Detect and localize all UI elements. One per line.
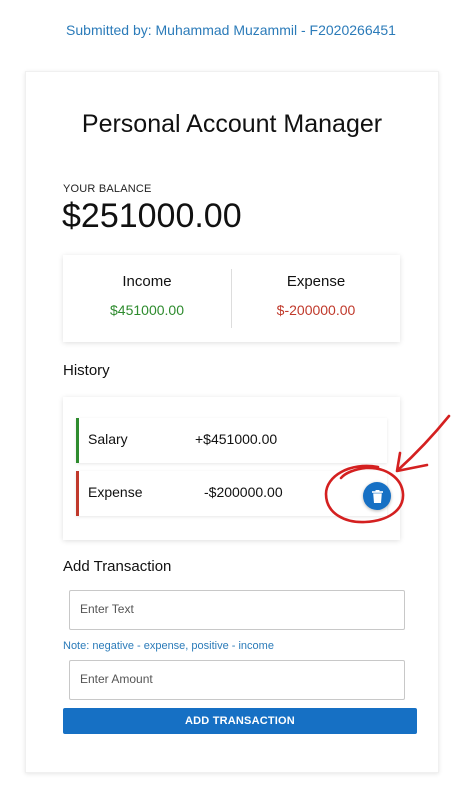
transaction-name: Expense: [88, 484, 143, 500]
amount-input-placeholder: Enter Amount: [80, 672, 153, 686]
list-item: Expense -$200000.00: [76, 471, 391, 516]
add-transaction-heading: Add Transaction: [63, 558, 172, 575]
expense-value: $-200000.00: [276, 302, 356, 318]
amount-note: Note: negative - expense, positive - inc…: [63, 640, 274, 652]
list-item: Salary +$451000.00: [76, 418, 387, 463]
add-transaction-button[interactable]: ADD TRANSACTION: [63, 708, 417, 734]
expense-label: Expense: [286, 273, 346, 290]
transaction-name: Salary: [88, 431, 128, 447]
income-panel: Income $451000.00: [63, 255, 231, 342]
delete-transaction-button[interactable]: [363, 482, 391, 510]
submitted-by-text: Submitted by: Muhammad Muzammil - F20202…: [66, 22, 396, 38]
transaction-amount: -$200000.00: [204, 484, 283, 500]
account-card: Personal Account Manager YOUR BALANCE $2…: [25, 71, 439, 773]
text-input[interactable]: Enter Text: [69, 590, 405, 630]
history-list: Salary +$451000.00 Expense -$200000.00: [63, 397, 400, 540]
transaction-amount: +$451000.00: [195, 431, 278, 447]
balance-amount: $251000.00: [62, 197, 242, 235]
text-input-placeholder: Enter Text: [80, 602, 134, 616]
amount-input[interactable]: Enter Amount: [69, 660, 405, 700]
history-heading: History: [63, 362, 110, 379]
income-value: $451000.00: [110, 302, 184, 318]
page-title: Personal Account Manager: [81, 110, 383, 138]
expense-panel: Expense $-200000.00: [232, 255, 400, 342]
trash-icon: [371, 489, 383, 503]
income-label: Income: [122, 273, 172, 290]
balance-label: YOUR BALANCE: [63, 183, 152, 195]
income-expense-summary: Income $451000.00 Expense $-200000.00: [63, 255, 400, 342]
